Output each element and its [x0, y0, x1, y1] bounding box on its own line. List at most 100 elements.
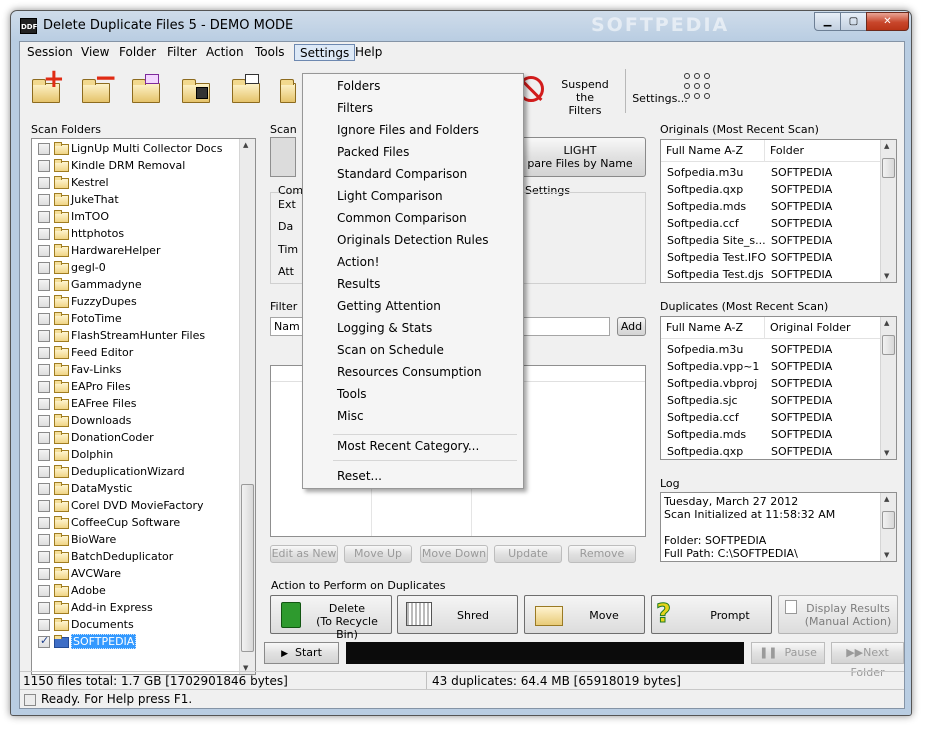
- menu-tools[interactable]: Tools: [250, 44, 290, 61]
- tree-item[interactable]: Kestrel: [32, 174, 232, 191]
- scroll-down-icon[interactable]: ▼: [884, 272, 889, 280]
- folder-checkbox[interactable]: [38, 415, 50, 427]
- tree-item[interactable]: Fav-Links: [32, 361, 232, 378]
- tree-item[interactable]: Corel DVD MovieFactory: [32, 497, 232, 514]
- duplicates-list[interactable]: Full Name A-Z Original Folder ▲ ▼ Sofped…: [660, 316, 897, 460]
- list-row[interactable]: Softpedia.ccf SOFTPEDIA: [661, 410, 881, 427]
- tree-item[interactable]: Kindle DRM Removal: [32, 157, 232, 174]
- list-row[interactable]: Softpedia.vbproj SOFTPEDIA: [661, 376, 881, 393]
- list-row[interactable]: Softpedia.ccf SOFTPEDIA: [661, 216, 881, 233]
- list-row[interactable]: Softpedia Test.djs SOFTPEDIA: [661, 267, 881, 284]
- scroll-thumb[interactable]: [882, 511, 895, 529]
- tree-item[interactable]: CoffeeCup Software: [32, 514, 232, 531]
- menu-folder[interactable]: Folder: [114, 44, 161, 61]
- menu-help[interactable]: Help: [350, 44, 387, 61]
- tree-item[interactable]: DeduplicationWizard: [32, 463, 232, 480]
- list-row[interactable]: Softpedia.qxp SOFTPEDIA: [661, 182, 881, 199]
- col-full-name[interactable]: Full Name A-Z: [661, 317, 765, 339]
- folder-checkbox[interactable]: [38, 262, 50, 274]
- tree-item[interactable]: LignUp Multi Collector Docs: [32, 140, 232, 157]
- list-row[interactable]: Softpedia Site_s... SOFTPEDIA: [661, 233, 881, 250]
- scroll-up-icon[interactable]: ▲: [884, 319, 889, 327]
- folder-checkbox[interactable]: [38, 177, 50, 189]
- settings-menu-item[interactable]: Packed Files: [305, 141, 521, 163]
- tree-item[interactable]: Dolphin: [32, 446, 232, 463]
- menu-view[interactable]: View: [76, 44, 114, 61]
- tree-item[interactable]: Downloads: [32, 412, 232, 429]
- folder-checkbox[interactable]: [38, 517, 50, 529]
- log-panel[interactable]: Tuesday, March 27 2012 Scan Initialized …: [660, 492, 897, 562]
- folder-checkbox[interactable]: [38, 602, 50, 614]
- tree-item[interactable]: DataMystic: [32, 480, 232, 497]
- tree-item[interactable]: BioWare: [32, 531, 232, 548]
- folder-checkbox[interactable]: [38, 398, 50, 410]
- menu-session[interactable]: Session: [22, 44, 78, 61]
- delete-recycle-button[interactable]: Delete (To Recycle Bin): [270, 595, 392, 641]
- tree-item[interactable]: httphotos: [32, 225, 232, 242]
- settings-menu-item[interactable]: Scan on Schedule: [305, 339, 521, 361]
- list-row[interactable]: Softpedia Test.IFO SOFTPEDIA: [661, 250, 881, 267]
- tree-item[interactable]: gegl-0: [32, 259, 232, 276]
- folder-checkbox[interactable]: [38, 585, 50, 597]
- tree-item[interactable]: EAPro Files: [32, 378, 232, 395]
- col-original-folder[interactable]: Original Folder: [765, 317, 881, 339]
- tree-item[interactable]: SOFTPEDIA: [32, 633, 232, 650]
- tree-item[interactable]: EAFree Files: [32, 395, 232, 412]
- tree-scrollbar[interactable]: ▲ ▼: [239, 139, 255, 674]
- scroll-up-icon[interactable]: ▲: [884, 495, 889, 503]
- settings-menu-item[interactable]: Results: [305, 273, 521, 295]
- scroll-down-icon[interactable]: ▼: [884, 551, 889, 559]
- tree-item[interactable]: HardwareHelper: [32, 242, 232, 259]
- folder-checkbox[interactable]: [38, 534, 50, 546]
- folder-checkbox[interactable]: [38, 211, 50, 223]
- tree-item[interactable]: FlashStreamHunter Files: [32, 327, 232, 344]
- list-row[interactable]: Sofpedia.m3u SOFTPEDIA: [661, 342, 881, 359]
- scan-folders-tree[interactable]: ▲ ▼ LignUp Multi Collector Docs Kindle DR…: [31, 138, 256, 675]
- shred-button[interactable]: Shred: [397, 595, 518, 634]
- start-button[interactable]: ▶ Start: [264, 642, 339, 664]
- settings-menu-item[interactable]: Tools: [305, 383, 521, 405]
- settings-menu-item[interactable]: Light Comparison: [305, 185, 521, 207]
- folder-checkbox[interactable]: [38, 449, 50, 461]
- add-filter-button[interactable]: Add: [617, 317, 646, 336]
- remove-folder-icon[interactable]: −: [80, 64, 117, 107]
- suspend-filters-button[interactable]: Suspend the Filters: [556, 78, 614, 117]
- settings-menu-item[interactable]: Standard Comparison: [305, 163, 521, 185]
- folder-checkbox[interactable]: [38, 330, 50, 342]
- move-button[interactable]: Move: [524, 595, 645, 634]
- duplicates-scrollbar[interactable]: ▲ ▼: [880, 317, 896, 459]
- scroll-up-icon[interactable]: ▲: [884, 142, 889, 150]
- list-row[interactable]: Sofpedia.m3u SOFTPEDIA: [661, 165, 881, 182]
- menu-settings[interactable]: Settings: [294, 44, 356, 61]
- scroll-thumb[interactable]: [241, 484, 254, 652]
- folder-checkbox[interactable]: [38, 466, 50, 478]
- edit-as-new-button[interactable]: Edit as New: [270, 545, 338, 563]
- folder-save-icon[interactable]: [180, 73, 214, 107]
- close-button[interactable]: ✕: [866, 12, 909, 31]
- settings-menu-item[interactable]: Getting Attention: [305, 295, 521, 317]
- folder-checkbox[interactable]: [38, 245, 50, 257]
- list-row[interactable]: Softpedia.mds SOFTPEDIA: [661, 199, 881, 216]
- most-recent-category-item[interactable]: Most Recent Category...: [305, 435, 521, 457]
- scroll-thumb[interactable]: [882, 158, 895, 178]
- settings-menu-item[interactable]: Filters: [305, 97, 521, 119]
- settings-menu-item[interactable]: Originals Detection Rules: [305, 229, 521, 251]
- pause-button[interactable]: ❚❚ Pause: [751, 642, 825, 664]
- tree-item[interactable]: JukeThat: [32, 191, 232, 208]
- originals-scrollbar[interactable]: ▲ ▼: [880, 140, 896, 282]
- settings-menu-item[interactable]: Common Comparison: [305, 207, 521, 229]
- folder-doc-icon[interactable]: [130, 73, 164, 107]
- move-up-button[interactable]: Move Up: [344, 545, 412, 563]
- tree-item[interactable]: Documents: [32, 616, 232, 633]
- folder-checkbox[interactable]: [38, 381, 50, 393]
- scroll-up-icon[interactable]: ▲: [243, 141, 248, 149]
- settings-menu-item[interactable]: Logging & Stats: [305, 317, 521, 339]
- folder-checkbox[interactable]: [38, 634, 50, 648]
- tree-item[interactable]: FuzzyDupes: [32, 293, 232, 310]
- folder-checkbox[interactable]: [38, 619, 50, 631]
- folder-checkbox[interactable]: [38, 432, 50, 444]
- scroll-down-icon[interactable]: ▼: [884, 449, 889, 457]
- tree-item[interactable]: Adobe: [32, 582, 232, 599]
- tree-item[interactable]: Gammadyne: [32, 276, 232, 293]
- scroll-thumb[interactable]: [882, 335, 895, 355]
